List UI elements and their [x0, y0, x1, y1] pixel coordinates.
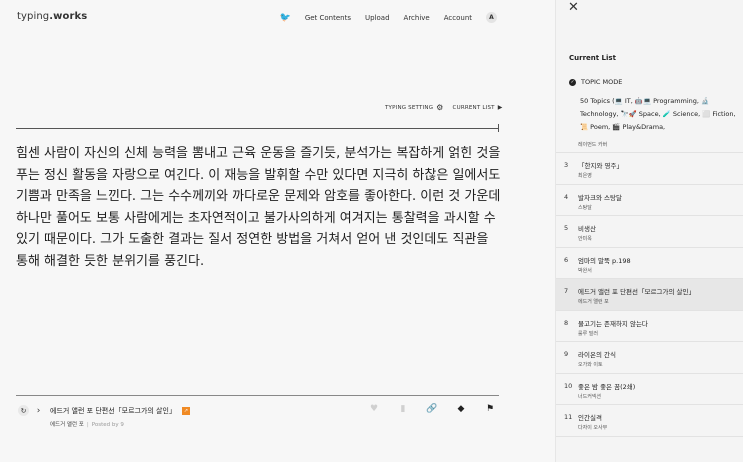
play-triangle-icon[interactable]: ▶ — [498, 104, 503, 111]
list-item-title: 좋은 밤 좋은 꿈(2쇄) — [578, 382, 636, 391]
current-list-panel: ✕ Current List ✓ TOPIC MODE 50 Topics (💻… — [555, 0, 743, 462]
external-link-icon[interactable]: ↗ — [181, 407, 190, 415]
link-icon[interactable]: 🔗 — [426, 404, 438, 414]
list-item-number: 4 — [564, 192, 569, 201]
list-item-author: 에드거 앨런 포 — [578, 299, 609, 305]
list-item-number: 9 — [564, 350, 569, 358]
work-info-bar: ↻ › 에드거 앨런 포 단편선「모르그가의 살인」 ↗ 에드거 앨런 포 | Pos… — [16, 402, 496, 432]
nav-account[interactable]: Account — [444, 14, 472, 22]
list-item-author: 레이먼드 카버 — [578, 142, 608, 148]
typing-passage[interactable]: 힘센 사람이 자신의 신체 능력을 뽐내고 근육 운동을 즐기듯, 분석가는 복… — [16, 143, 506, 273]
top-bar: typing.works 🐦 Get Contents Upload Archi… — [0, 0, 555, 34]
work-title-text: 에드거 앨런 포 단편선「모르그가의 살인」 — [50, 407, 176, 415]
close-icon[interactable]: ✕ — [568, 0, 579, 15]
list-item-title: 에드거 앨런 포 단편선「모르그가의 살인」 — [578, 288, 695, 296]
typing-progress-line — [16, 128, 499, 129]
work-author: 에드거 앨런 포 — [50, 422, 84, 428]
list-item-title: 물고기는 존재하지 않는다 — [578, 319, 648, 328]
meta-separator: | — [86, 422, 89, 428]
nav-upload[interactable]: Upload — [365, 14, 390, 22]
restart-icon[interactable]: ↻ — [18, 405, 29, 416]
typing-setting-button[interactable]: TYPING SETTING — [385, 105, 433, 111]
logo-bold: .works — [49, 11, 88, 22]
list-item-number: 6 — [564, 255, 569, 264]
list-item-title: 비생산 — [578, 225, 596, 233]
list-item-author: 룰루 밀러 — [578, 330, 598, 337]
next-icon[interactable]: › — [33, 405, 44, 416]
bird-icon[interactable]: 🐦 — [280, 13, 291, 23]
panel-title: Current List — [569, 54, 616, 62]
action-icons: ♥ ▮ 🔗 ◆ ⚑ — [368, 404, 496, 414]
list-item-author: 최은영 — [578, 173, 592, 179]
work-title: 에드거 앨런 포 단편선「모르그가의 살인」 ↗ — [50, 406, 190, 416]
settings-row: TYPING SETTING ⚙ CURRENT LIST ▶ — [385, 103, 503, 112]
list-item[interactable]: 4 발자크와 스탕달스탕달 — [556, 185, 743, 216]
logo-light: typing — [17, 11, 50, 22]
check-icon: ✓ — [569, 78, 576, 86]
topic-mode-toggle[interactable]: ✓ TOPIC MODE — [569, 78, 622, 86]
list-item-number: 10 — [564, 381, 573, 390]
flag-icon[interactable]: ⚑ — [484, 404, 496, 414]
list-item[interactable]: 7 에드거 앨런 포 단편선「모르그가의 살인」 에드거 앨런 포 — [556, 279, 743, 311]
list-item[interactable]: 6 엄마의 말뚝 p.198 박완서 — [556, 248, 743, 279]
list-item[interactable]: 11 인간실격다자이 오사무 — [556, 405, 743, 437]
main-nav: 🐦 Get Contents Upload Archive Account A — [280, 12, 497, 23]
list-item-number: 7 — [564, 287, 569, 295]
list-item-title: 라이온의 간식 — [578, 351, 616, 359]
list-item-author: 안미옥 — [578, 236, 592, 242]
bookmark-icon[interactable]: ▮ — [397, 404, 409, 414]
list-item-author: 오가와 이토 — [578, 362, 603, 368]
list-item[interactable]: 9 라이온의 간식오가와 이토 — [556, 342, 743, 374]
list-item-author: 스탕달 — [578, 204, 592, 211]
list-item-author: 박완서 — [578, 267, 592, 274]
list-item-number: 3 — [564, 161, 569, 169]
list-item-title: 「한지와 영주」 — [578, 162, 623, 170]
list-item-number: 5 — [564, 224, 569, 232]
nav-archive[interactable]: Archive — [404, 14, 430, 22]
list-item-number: 11 — [564, 413, 573, 421]
list-item-number: 8 — [564, 318, 569, 327]
posted-by: Posted by 9 — [91, 422, 124, 428]
site-logo[interactable]: typing.works — [17, 11, 87, 22]
topic-mode-label: TOPIC MODE — [581, 78, 623, 86]
list-item-author: 다자이 오사무 — [578, 425, 608, 431]
eraser-icon[interactable]: ◆ — [455, 404, 467, 414]
content-list: 레이먼드 카버 3 「한지와 영주」 최은영 4 발자크와 스탕달스탕달 5 비생산안미옥 6 엄… — [556, 131, 743, 437]
current-list-button[interactable]: CURRENT LIST — [453, 105, 495, 111]
list-item[interactable]: 8 물고기는 존재하지 않는다룰루 밀러 — [556, 311, 743, 342]
list-item[interactable]: 레이먼드 카버 — [556, 131, 743, 153]
list-item-title: 발자크와 스탕달 — [578, 193, 622, 202]
topics-list: 50 Topics (💻 IT, 🤖💻 Programming, 🔬 Techn… — [580, 97, 736, 131]
list-item[interactable]: 5 비생산안미옥 — [556, 216, 743, 248]
footer-divider — [16, 395, 499, 396]
nav-get-contents[interactable]: Get Contents — [305, 14, 351, 22]
list-item[interactable]: 10 좋은 밤 좋은 꿈(2쇄) 너드커넥션 — [556, 374, 743, 405]
gear-icon[interactable]: ⚙ — [436, 103, 443, 112]
typing-cursor — [498, 124, 499, 132]
list-item-author: 너드커넥션 — [578, 393, 602, 400]
heart-icon[interactable]: ♥ — [368, 404, 380, 414]
list-item-title: 엄마의 말뚝 p.198 — [578, 256, 631, 265]
avatar[interactable]: A — [486, 12, 497, 23]
list-item-title: 인간실격 — [578, 414, 602, 422]
list-item[interactable]: 3 「한지와 영주」 최은영 — [556, 153, 743, 185]
work-meta: 에드거 앨런 포 | Posted by 9 — [50, 420, 124, 428]
